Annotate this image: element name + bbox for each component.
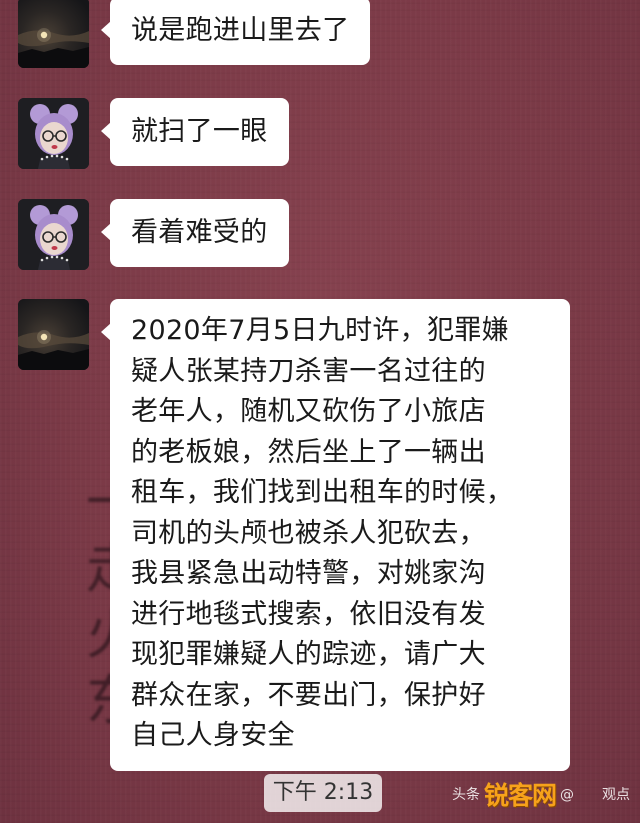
avatar-moon[interactable] xyxy=(18,299,89,370)
watermark: 头条 锐客网 @ 观点 xyxy=(451,779,630,810)
cartoon-girl-icon xyxy=(18,199,89,270)
avatar-girl[interactable] xyxy=(18,98,89,169)
avatar-girl[interactable] xyxy=(18,199,89,270)
message-line: 我县紧急出动特警，对姚家沟 xyxy=(131,558,486,589)
message-bubble[interactable]: 就扫了一眼 xyxy=(101,98,289,166)
avatar-moon[interactable] xyxy=(18,0,89,68)
chat-area[interactable]: 一 走 火 东 说是跑进山里去了 xyxy=(0,0,640,823)
message-timestamp: 下午 2:13 xyxy=(264,774,382,812)
message-line: 自己人身安全 xyxy=(131,720,295,751)
message-bubble[interactable]: 2020年7月5日九时许，犯罪嫌 疑人张某持刀杀害一名过往的 老年人，随机又砍伤… xyxy=(101,299,570,771)
message-line: 现犯罪嫌疑人的踪迹，请广大 xyxy=(131,639,486,670)
message-text: 看着难受的 xyxy=(131,217,268,248)
watermark-source: 头条 xyxy=(451,787,480,803)
message-line: 租车，我们找到出租车的时候， xyxy=(131,477,514,508)
watermark-logo: 锐客网 xyxy=(483,781,557,810)
message-text: 就扫了一眼 xyxy=(131,116,268,147)
message-line: 群众在家，不要出门，保护好 xyxy=(131,679,486,711)
message-line: 疑人张某持刀杀害一名过往的 xyxy=(131,355,486,387)
cartoon-girl-icon xyxy=(18,98,89,169)
message-line: 老年人，随机又砍伤了小旅店 xyxy=(131,396,486,427)
moon-night-sky-icon xyxy=(18,299,89,370)
message-text: 说是跑进山里去了 xyxy=(131,15,350,46)
message-line: 司机的头颅也被杀人犯砍去， xyxy=(131,517,486,549)
message-bubble[interactable]: 看着难受的 xyxy=(101,199,289,267)
moon-night-sky-icon xyxy=(18,0,89,68)
message-bubble[interactable]: 说是跑进山里去了 xyxy=(100,0,371,65)
message-line: 的老板娘，然后坐上了一辆出 xyxy=(131,436,486,468)
message-line: 进行地毯式搜索，依旧没有发 xyxy=(131,598,486,630)
message-line: 2020年7月5日九时许，犯罪嫌 xyxy=(131,315,509,346)
watermark-author: @ 观点 xyxy=(560,787,630,803)
